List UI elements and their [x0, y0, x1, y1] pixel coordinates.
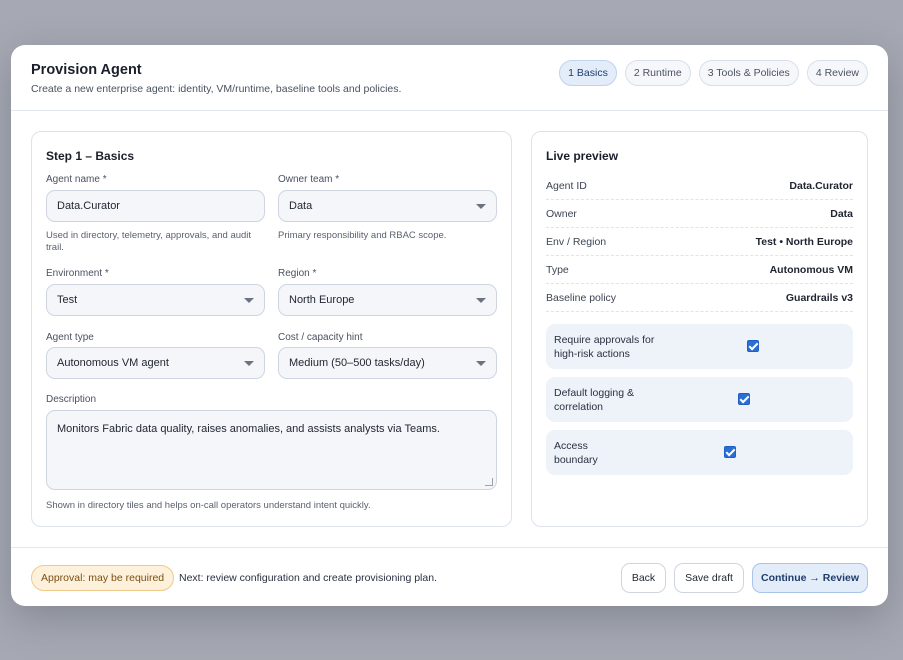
- dialog-header: Provision Agent Create a new enterprise …: [11, 45, 888, 111]
- step-basics[interactable]: 1 Basics: [559, 60, 617, 86]
- preview-row-type: Type Autonomous VM: [546, 256, 853, 284]
- owner-team-help: Primary responsibility and RBAC scope.: [278, 230, 447, 241]
- owner-team-select[interactable]: Data: [278, 190, 497, 222]
- chevron-down-icon: [476, 361, 486, 366]
- description-help: Shown in directory tiles and helps on-ca…: [46, 500, 371, 511]
- approval-badge: Approval: may be required: [31, 565, 175, 591]
- cost-hint-select[interactable]: Medium (50–500 tasks/day): [278, 347, 497, 379]
- description-value: Monitors Fabric data quality, raises ano…: [57, 423, 440, 435]
- agent-name-label: Agent name *: [46, 174, 107, 185]
- toggle-default-logging: Default logging & correlation: [546, 377, 853, 422]
- preview-row-env-region: Env / Region Test • North Europe: [546, 228, 853, 256]
- preview-value: Data: [830, 208, 853, 220]
- basics-form-card: Step 1 – Basics Agent name * Data.Curato…: [31, 131, 512, 527]
- toggle-label-line: high-risk actions: [554, 348, 630, 360]
- environment-label: Environment *: [46, 268, 109, 279]
- preview-value: Guardrails v3: [785, 292, 853, 304]
- step-runtime[interactable]: 2 Runtime: [624, 60, 691, 86]
- owner-team-label: Owner team *: [278, 174, 340, 185]
- region-value: North Europe: [289, 294, 355, 306]
- preview-key: Baseline policy: [546, 292, 617, 304]
- preview-value: Test • North Europe: [755, 236, 853, 248]
- toggle-require-approvals: Require approvals for high-risk actions: [546, 324, 853, 369]
- dialog-footer: Approval: may be required Next: review c…: [11, 547, 888, 606]
- preview-key: Owner: [546, 208, 577, 220]
- access-boundary-checkbox[interactable]: [724, 446, 736, 458]
- toggle-label-line: boundary: [554, 454, 598, 466]
- save-draft-button[interactable]: Save draft: [674, 563, 744, 593]
- preview-value: Autonomous VM: [769, 264, 853, 276]
- provision-agent-dialog: Provision Agent Create a new enterprise …: [11, 45, 888, 606]
- preview-row-agent-id: Agent ID Data.Curator: [546, 172, 853, 200]
- description-label: Description: [46, 394, 97, 405]
- environment-select[interactable]: Test: [46, 284, 265, 316]
- page-title: Provision Agent: [31, 62, 142, 78]
- preview-key: Type: [546, 264, 569, 276]
- preview-row-baseline-policy: Baseline policy Guardrails v3: [546, 284, 853, 312]
- preview-key: Agent ID: [546, 180, 587, 192]
- chevron-down-icon: [244, 298, 254, 303]
- toggle-access-boundary: Access boundary: [546, 430, 853, 475]
- toggle-label-line: Require approvals for: [554, 334, 655, 346]
- chevron-down-icon: [476, 298, 486, 303]
- toggle-label: Access boundary: [554, 439, 598, 467]
- form-title: Step 1 – Basics: [46, 149, 135, 163]
- agent-type-select[interactable]: Autonomous VM agent: [46, 347, 265, 379]
- agent-name-input[interactable]: Data.Curator: [46, 190, 265, 222]
- toggle-label: Default logging & correlation: [554, 386, 634, 414]
- agent-type-label: Agent type: [46, 332, 94, 343]
- page-subtitle: Create a new enterprise agent: identity,…: [31, 83, 402, 95]
- region-label: Region *: [278, 268, 317, 279]
- chevron-down-icon: [244, 361, 254, 366]
- resize-handle-icon[interactable]: [485, 478, 493, 486]
- cost-hint-value: Medium (50–500 tasks/day): [289, 357, 425, 369]
- preview-value: Data.Curator: [789, 180, 853, 192]
- toggle-label-line: Default logging &: [554, 387, 634, 399]
- step-tools-policies[interactable]: 3 Tools & Policies: [698, 60, 799, 86]
- toggle-label-line: Access: [554, 440, 588, 452]
- toggle-label: Require approvals for high-risk actions: [554, 333, 654, 361]
- region-select[interactable]: North Europe: [278, 284, 497, 316]
- owner-team-value: Data: [289, 200, 313, 212]
- require-approvals-checkbox[interactable]: [747, 340, 759, 352]
- agent-name-help: Used in directory, telemetry, approvals,…: [46, 230, 252, 253]
- toggle-label-line: correlation: [554, 401, 604, 413]
- step-review[interactable]: 4 Review: [806, 60, 868, 86]
- stepper: 1 Basics 2 Runtime 3 Tools & Policies 4 …: [559, 60, 868, 86]
- preview-row-owner: Owner Data: [546, 200, 853, 228]
- back-button[interactable]: Back: [621, 563, 666, 593]
- default-logging-checkbox[interactable]: [738, 393, 750, 405]
- agent-type-value: Autonomous VM agent: [57, 357, 169, 369]
- environment-value: Test: [57, 294, 78, 306]
- live-preview-card: Live preview Agent ID Data.Curator Owner…: [531, 131, 868, 527]
- preview-title: Live preview: [546, 149, 619, 163]
- description-textarea[interactable]: Monitors Fabric data quality, raises ano…: [46, 410, 497, 490]
- preview-key: Env / Region: [546, 236, 607, 248]
- chevron-down-icon: [476, 204, 486, 209]
- cost-hint-label: Cost / capacity hint: [278, 332, 363, 343]
- next-step-note: Next: review configuration and create pr…: [179, 572, 437, 584]
- continue-review-button[interactable]: Continue → Review: [752, 563, 868, 593]
